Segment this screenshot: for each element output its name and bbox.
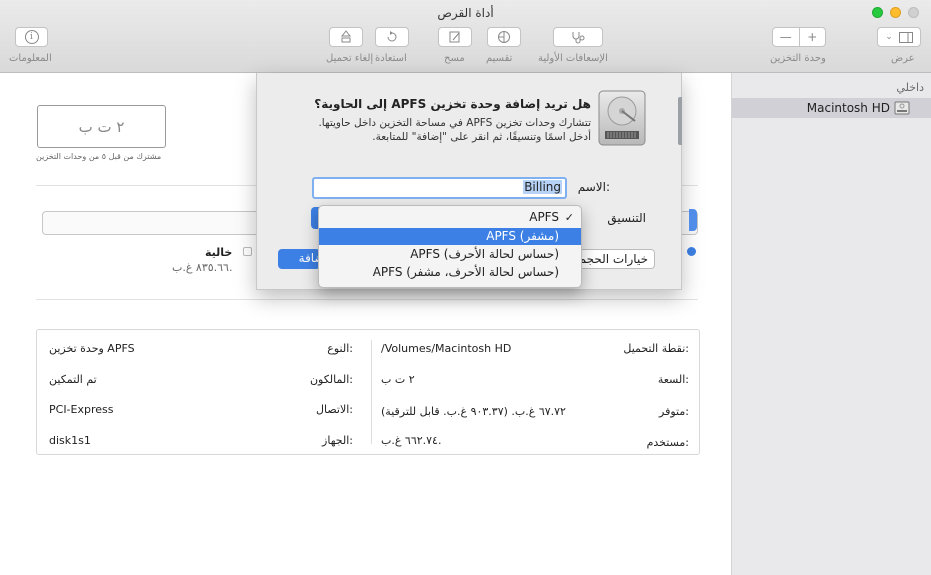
restore-button[interactable] [375, 27, 409, 47]
capacity-value: ٢ ت ب [381, 373, 415, 386]
mount-point-label: نقطة التحميل: [623, 342, 689, 355]
format-label: التنسيق [607, 211, 646, 225]
volume-size-box: ٢ ت ب [37, 105, 166, 148]
checkmark-icon: ✓ [564, 211, 574, 224]
first-aid-button[interactable] [553, 27, 603, 47]
format-option-label: APFS (حساس لحالة الأحرف) [410, 247, 559, 261]
info-button[interactable]: i [15, 27, 48, 47]
close-button[interactable] [908, 7, 919, 18]
legend-free-swatch [243, 247, 252, 256]
divider [36, 299, 698, 300]
volume-size: ٢ ت ب [78, 117, 125, 136]
restore-label: استعادة [375, 53, 407, 64]
info-label: المعلومات [9, 53, 52, 64]
partition-icon [498, 31, 510, 43]
erase-icon [449, 31, 460, 43]
unmount-icon [340, 30, 352, 43]
partition-label: تقسيم [486, 53, 513, 64]
device-value: disk1s1 [49, 434, 91, 447]
format-menu: APFS ✓ APFS (مشفر) APFS (حساس لحالة الأح… [318, 205, 582, 288]
format-option-apfs-case-sensitive[interactable]: APFS (حساس لحالة الأحرف) [319, 246, 581, 263]
restore-icon [387, 31, 397, 42]
info-table: نقطة التحميل: /Volumes/Macintosh HD السع… [36, 329, 700, 455]
sidebar-section-internal: داخلي [896, 81, 924, 94]
background-disk-icon-peek [678, 97, 682, 145]
size-options-label: خيارات الحجم [578, 252, 648, 266]
connection-value: PCI-Express [49, 403, 114, 416]
sidebar: داخلي Macintosh HD [731, 73, 931, 575]
format-option-apfs-encrypted[interactable]: APFS (مشفر) [319, 228, 581, 245]
info-column-divider [371, 340, 372, 444]
format-option-apfs[interactable]: APFS ✓ [319, 209, 581, 226]
size-options-button[interactable]: خيارات الحجم [577, 249, 655, 269]
legend-free-value: ٨٣٥.٦٦ غ.ب. [172, 261, 233, 274]
disk-utility-window: أداة القرص i المعلومات إلغاء تحميل استعا… [0, 0, 931, 575]
format-option-label: APFS (مشفر) [486, 229, 559, 243]
format-option-label: APFS (حساس لحالة الأحرف، مشفر) [372, 265, 559, 279]
sidebar-icon [898, 31, 913, 43]
format-popup-button-right-edge [689, 209, 697, 231]
available-label: متوفر: [659, 405, 689, 418]
unmount-button[interactable] [329, 27, 363, 47]
remove-volume-button[interactable]: — [773, 28, 800, 46]
erase-label: مسح [444, 53, 465, 64]
name-input-value: Billing [523, 180, 562, 194]
shared-text: مشترك من قبل ٥ من وحدات التخزين [36, 152, 162, 161]
partition-button[interactable] [487, 27, 521, 47]
capacity-label: السعة: [657, 373, 689, 386]
sheet-heading: هل تريد إضافة وحدة تخزين APFS إلى الحاوي… [314, 97, 591, 111]
format-option-apfs-case-sensitive-encrypted[interactable]: APFS (حساس لحالة الأحرف، مشفر) [319, 264, 581, 281]
zoom-button[interactable] [872, 7, 883, 18]
window-title: أداة القرص [437, 6, 494, 20]
minimize-button[interactable] [890, 7, 901, 18]
chevron-down-icon: ⌄ [885, 32, 893, 42]
available-value: ٦٧.٧٢ غ.ب. (٩٠٣.٣٧ غ.ب. قابل للترقية) [381, 405, 566, 418]
name-input[interactable]: Billing [312, 177, 567, 199]
first-aid-label: الإسعافات الأولية [538, 53, 608, 64]
internal-disk-icon [894, 101, 910, 115]
name-label: الاسم: [577, 180, 610, 194]
format-option-label: APFS [529, 210, 559, 224]
legend-used-swatch [687, 247, 696, 256]
sheet-description-2: أدخل اسمًا وتنسيقًا، ثم انقر على "إضافة"… [372, 131, 591, 143]
type-value: وحدة تخزين APFS [49, 342, 135, 355]
volume-label: وحدة التخزين [770, 53, 826, 64]
hard-disk-icon [598, 90, 646, 146]
owners-value: تم التمكين [49, 373, 97, 386]
connection-label: الاتصال: [316, 403, 353, 416]
info-icon: i [24, 30, 39, 44]
device-label: الجهاز: [322, 434, 353, 447]
volume-segmented-control: — + [772, 27, 826, 47]
view-label: عرض [891, 53, 915, 64]
stethoscope-icon [572, 32, 585, 44]
erase-button[interactable] [438, 27, 472, 47]
type-label: النوع: [327, 342, 353, 355]
sidebar-item-macintosh-hd[interactable]: Macintosh HD [732, 98, 931, 118]
add-button[interactable]: إضافة [278, 249, 320, 269]
used-value: ٦٦٢.٧٤ غ.ب. [381, 434, 442, 447]
unmount-label: إلغاء تحميل [326, 53, 374, 64]
sidebar-item-label: Macintosh HD [806, 101, 890, 115]
sheet-description-1: تتشارك وحدات تخزين APFS في مساحة التخزين… [318, 117, 591, 129]
toolbar: أداة القرص i المعلومات إلغاء تحميل استعا… [0, 0, 931, 73]
view-button[interactable]: ⌄ [877, 27, 921, 47]
legend-free-label: خالية [205, 246, 233, 259]
mount-point-value: /Volumes/Macintosh HD [381, 342, 512, 355]
owners-label: المالكون: [309, 373, 353, 386]
add-button-label: إضافة [298, 251, 320, 265]
used-label: مستخدم: [646, 436, 689, 449]
add-volume-button[interactable]: + [800, 28, 826, 46]
